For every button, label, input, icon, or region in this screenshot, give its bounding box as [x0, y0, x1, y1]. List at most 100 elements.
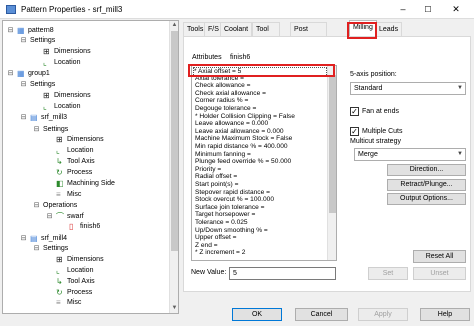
unset-button[interactable]: Unset [413, 267, 466, 280]
multiple-cuts-checkbox[interactable]: ✓ [350, 127, 359, 136]
list-scroll-thumb[interactable] [329, 75, 336, 213]
tree-item[interactable]: ⌞ Location [3, 58, 168, 69]
tree-item[interactable]: ≡ Misc [3, 190, 168, 201]
tree-item-label: pattern8 [28, 27, 54, 34]
tab-tool-usage[interactable]: Tool Usage [252, 22, 281, 47]
reset-all-button[interactable]: Reset All [413, 250, 466, 263]
chevron-down-icon: ▼ [457, 151, 463, 157]
attribute-item[interactable]: Start point(s) = [195, 181, 238, 189]
tree-item[interactable]: ⊟ Settings [3, 80, 168, 91]
mill-icon: ▤ [30, 234, 38, 243]
finish-icon: ▯ [69, 222, 74, 231]
scroll-up-icon[interactable]: ▲ [170, 21, 178, 30]
tree-item[interactable]: ⊟ Settings [3, 36, 168, 47]
attribute-item[interactable]: Up/Down smoothing % = [195, 227, 268, 235]
scroll-thumb[interactable] [171, 31, 178, 251]
tree-expander-icon[interactable]: ⊟ [33, 126, 40, 134]
close-button[interactable]: ✕ [449, 3, 463, 16]
attribute-item[interactable]: Radial offset = [195, 173, 237, 181]
misc-icon: ≡ [56, 298, 61, 307]
operation-tree[interactable]: ▲ ▼ ⊟ ▦ pattern8 ⊟ Settings ⊞ Dimensions ⌞ Locat… [2, 20, 179, 314]
attribute-item[interactable]: * Z increment = 2 [195, 249, 245, 257]
side-icon: ◧ [56, 179, 64, 188]
tree-item[interactable]: ⌞ Location [3, 266, 168, 277]
tree-item[interactable]: ≡ Misc [3, 298, 168, 309]
cancel-button[interactable]: Cancel [295, 308, 348, 321]
tree-item-label: Tool Axis [67, 278, 95, 285]
attribute-item[interactable]: Tolerance = 0.025 [195, 219, 248, 227]
tree-item[interactable]: ⊞ Dimensions [3, 135, 168, 146]
list-scrollbar[interactable] [327, 66, 336, 260]
tree-scrollbar[interactable]: ▲ ▼ [169, 21, 178, 313]
attribute-item[interactable]: Stock overcut % = 100.000 [195, 196, 274, 204]
new-value-input[interactable]: 5 [229, 267, 336, 280]
tree-item[interactable]: ▯ finish6 [3, 222, 168, 233]
set-button[interactable]: Set [368, 267, 408, 280]
retract-plunge-button[interactable]: Retract/Plunge... [387, 179, 466, 191]
attribute-item[interactable]: Surface join tolerance = [195, 204, 264, 212]
tree-expander-icon[interactable]: ⊟ [33, 245, 40, 253]
multicut-strategy-value: Merge [358, 151, 378, 158]
tab-coolant[interactable]: Coolant [220, 22, 253, 36]
attribute-item[interactable]: Upper offset = [195, 234, 236, 242]
tab-post-variables[interactable]: Post Variables [290, 22, 327, 47]
tree-expander-icon[interactable]: ⊟ [20, 114, 27, 122]
tree-item[interactable]: ⊟ ▦ group1 [3, 69, 168, 80]
tree-item[interactable]: ⊟ Settings [3, 244, 168, 255]
tree-item[interactable]: ⊞ Dimensions [3, 91, 168, 102]
tree-expander-icon[interactable]: ⊟ [7, 27, 14, 35]
tree-expander-icon[interactable]: ⊟ [33, 202, 40, 210]
ok-button[interactable]: OK [232, 308, 282, 321]
tree-item[interactable]: ⌞ Location [3, 102, 168, 113]
tree-expander-icon[interactable]: ⊟ [46, 213, 53, 221]
pattern-icon: ▦ [17, 26, 25, 35]
apply-button[interactable]: Apply [358, 308, 408, 321]
direction-button[interactable]: Direction... [387, 164, 466, 176]
tree-expander-icon[interactable]: ⊟ [20, 37, 27, 45]
help-button[interactable]: Help [420, 308, 470, 321]
tree-item-label: Process [67, 169, 93, 176]
attribute-item[interactable]: Target horsepower = [195, 211, 255, 219]
fan-at-ends-checkbox[interactable]: ✓ [350, 107, 359, 116]
tree-item[interactable]: ⊟ ▤ srf_mill3 [3, 113, 168, 124]
tree-item[interactable]: ↻ Process [3, 168, 168, 179]
attribute-item[interactable]: Check allowance = [195, 82, 251, 90]
attribute-item[interactable]: * Holder Collision Clipping = False [195, 113, 295, 121]
tree-item[interactable]: ⌞ Location [3, 146, 168, 157]
tree-expander-icon[interactable]: ⊟ [7, 70, 14, 78]
tree-item[interactable]: ↳ Tool Axis [3, 157, 168, 168]
attribute-item[interactable]: Leave axial allowance = 0.000 [195, 128, 284, 136]
maximize-button[interactable]: ☐ [421, 3, 435, 16]
attribute-item[interactable]: Plunge feed override % = 50.000 [195, 158, 291, 166]
five-axis-value: Standard [354, 85, 383, 92]
tree-expander-icon[interactable]: ⊟ [20, 235, 27, 243]
app-icon [6, 5, 16, 14]
multicut-strategy-select[interactable]: Merge ▼ [354, 148, 466, 161]
attribute-item[interactable]: Leave allowance = 0.000 [195, 120, 268, 128]
tree-item[interactable]: ⊞ Dimensions [3, 255, 168, 266]
tree-item[interactable]: ⊟ Operations [3, 201, 168, 212]
attribute-item[interactable]: Minimum fanning = [195, 151, 251, 159]
multiple-cuts-label: Multiple Cuts [362, 128, 403, 135]
five-axis-select[interactable]: Standard ▼ [350, 82, 466, 95]
attribute-item[interactable]: Stepover rapid distance = [195, 189, 270, 197]
tree-item[interactable]: ◧ Machining Side [3, 179, 168, 190]
attribute-list[interactable]: * Axial offset = 5 Axial tolerance = Check… [191, 65, 337, 261]
tree-item-label: Location [67, 147, 94, 154]
attribute-item[interactable]: Min rapid distance % = 400.000 [195, 143, 288, 151]
tree-item-label: Location [54, 103, 81, 110]
tab-leads[interactable]: Leads [375, 22, 403, 36]
attribute-item[interactable]: Priority = [195, 166, 221, 174]
attribute-item[interactable]: Degouge tolerance = [195, 105, 256, 113]
scroll-down-icon[interactable]: ▼ [170, 304, 178, 313]
tree-item[interactable]: ↳ Tool Axis [3, 277, 168, 288]
output-options-button[interactable]: Output Options... [387, 193, 466, 205]
attribute-item[interactable]: Corner radius % = [195, 97, 248, 105]
tree-item-label: Machining Side [67, 180, 115, 187]
attribute-item[interactable]: Check axial allowance = [195, 90, 266, 98]
tree-item[interactable]: ⊞ Dimensions [3, 47, 168, 58]
minimize-button[interactable]: – [396, 3, 410, 16]
tree-expander-icon[interactable]: ⊟ [20, 81, 27, 89]
attribute-item[interactable]: Z end = [195, 242, 218, 250]
attribute-item[interactable]: Machine Maximum Stock = False [195, 135, 292, 143]
